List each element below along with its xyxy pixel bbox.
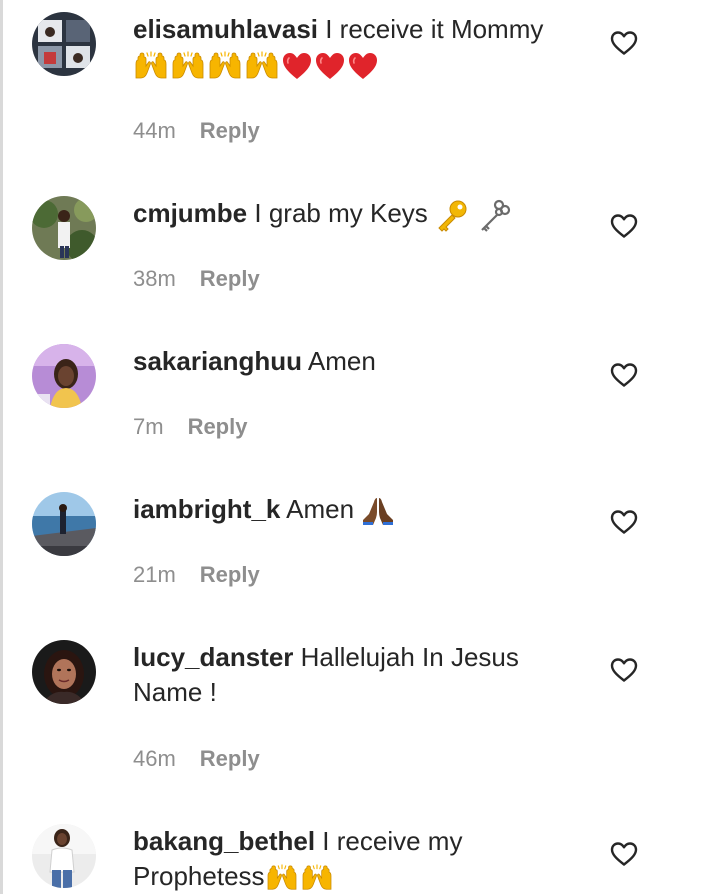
raising-hands-icon — [300, 864, 334, 892]
avatar[interactable] — [32, 12, 96, 76]
comment-text: Amen — [307, 346, 376, 376]
comment-body: lucy_danster Hallelujah In Jesus Name ! — [133, 640, 583, 710]
reply-button[interactable]: Reply — [200, 561, 260, 589]
comment-meta: 38m Reply — [133, 265, 260, 293]
comment-username[interactable]: lucy_danster — [133, 642, 293, 672]
avatar[interactable] — [32, 344, 96, 408]
comment-username[interactable]: sakarianghuu — [133, 346, 302, 376]
raising-hands-icon — [170, 51, 206, 81]
comment-body: bakang_bethel I receive my Prophetess — [133, 824, 583, 894]
raising-hands-icon — [244, 51, 280, 81]
red-heart-icon — [281, 51, 313, 81]
avatar[interactable] — [32, 196, 96, 260]
comment-meta: 44m Reply — [133, 117, 260, 145]
raising-hands-icon — [133, 51, 169, 81]
heart-outline-icon[interactable] — [610, 657, 638, 683]
comment-body: cmjumbe I grab my Keys — [133, 196, 583, 232]
comment-body: sakarianghuu Amen — [133, 344, 583, 379]
reply-button[interactable]: Reply — [188, 413, 248, 441]
red-heart-icon — [347, 51, 379, 81]
comment-text: I grab my Keys — [254, 198, 428, 228]
comment-timestamp: 44m — [133, 118, 176, 143]
reply-button[interactable]: Reply — [200, 265, 260, 293]
red-heart-icon — [314, 51, 346, 81]
emoji-group — [133, 51, 379, 81]
raising-hands-icon — [265, 864, 299, 892]
avatar[interactable] — [32, 492, 96, 556]
reply-button[interactable]: Reply — [200, 745, 260, 773]
key-icon — [435, 198, 469, 232]
heart-outline-icon[interactable] — [610, 509, 638, 535]
emoji-group — [265, 864, 334, 892]
heart-outline-icon[interactable] — [610, 841, 638, 867]
heart-outline-icon[interactable] — [610, 213, 638, 239]
comment-timestamp: 38m — [133, 266, 176, 291]
heart-outline-icon[interactable] — [610, 362, 638, 388]
folded-hands-icon — [361, 496, 395, 526]
emoji-group — [361, 496, 395, 526]
old-key-icon — [477, 198, 511, 232]
comment-text: Amen — [286, 494, 355, 524]
comment-body: iambright_k Amen — [133, 492, 583, 527]
comment-body: elisamuhlavasi I receive it Mommy — [133, 12, 583, 82]
comment-username[interactable]: bakang_bethel — [133, 826, 315, 856]
comment-timestamp: 46m — [133, 746, 176, 771]
scroll-edge — [0, 0, 3, 894]
comment-username[interactable]: iambright_k — [133, 494, 280, 524]
avatar[interactable] — [32, 824, 96, 888]
comment-text: I receive it Mommy — [325, 14, 544, 44]
comment-timestamp: 7m — [133, 414, 164, 439]
avatar[interactable] — [32, 640, 96, 704]
comment-meta: 7m Reply — [133, 413, 247, 441]
heart-outline-icon[interactable] — [610, 30, 638, 56]
reply-button[interactable]: Reply — [200, 117, 260, 145]
comment-username[interactable]: elisamuhlavasi — [133, 14, 318, 44]
comment-meta: 46m Reply — [133, 745, 260, 773]
raising-hands-icon — [207, 51, 243, 81]
comment-meta: 21m Reply — [133, 561, 260, 589]
emoji-group — [435, 198, 511, 232]
comment-timestamp: 21m — [133, 562, 176, 587]
comment-username[interactable]: cmjumbe — [133, 198, 247, 228]
